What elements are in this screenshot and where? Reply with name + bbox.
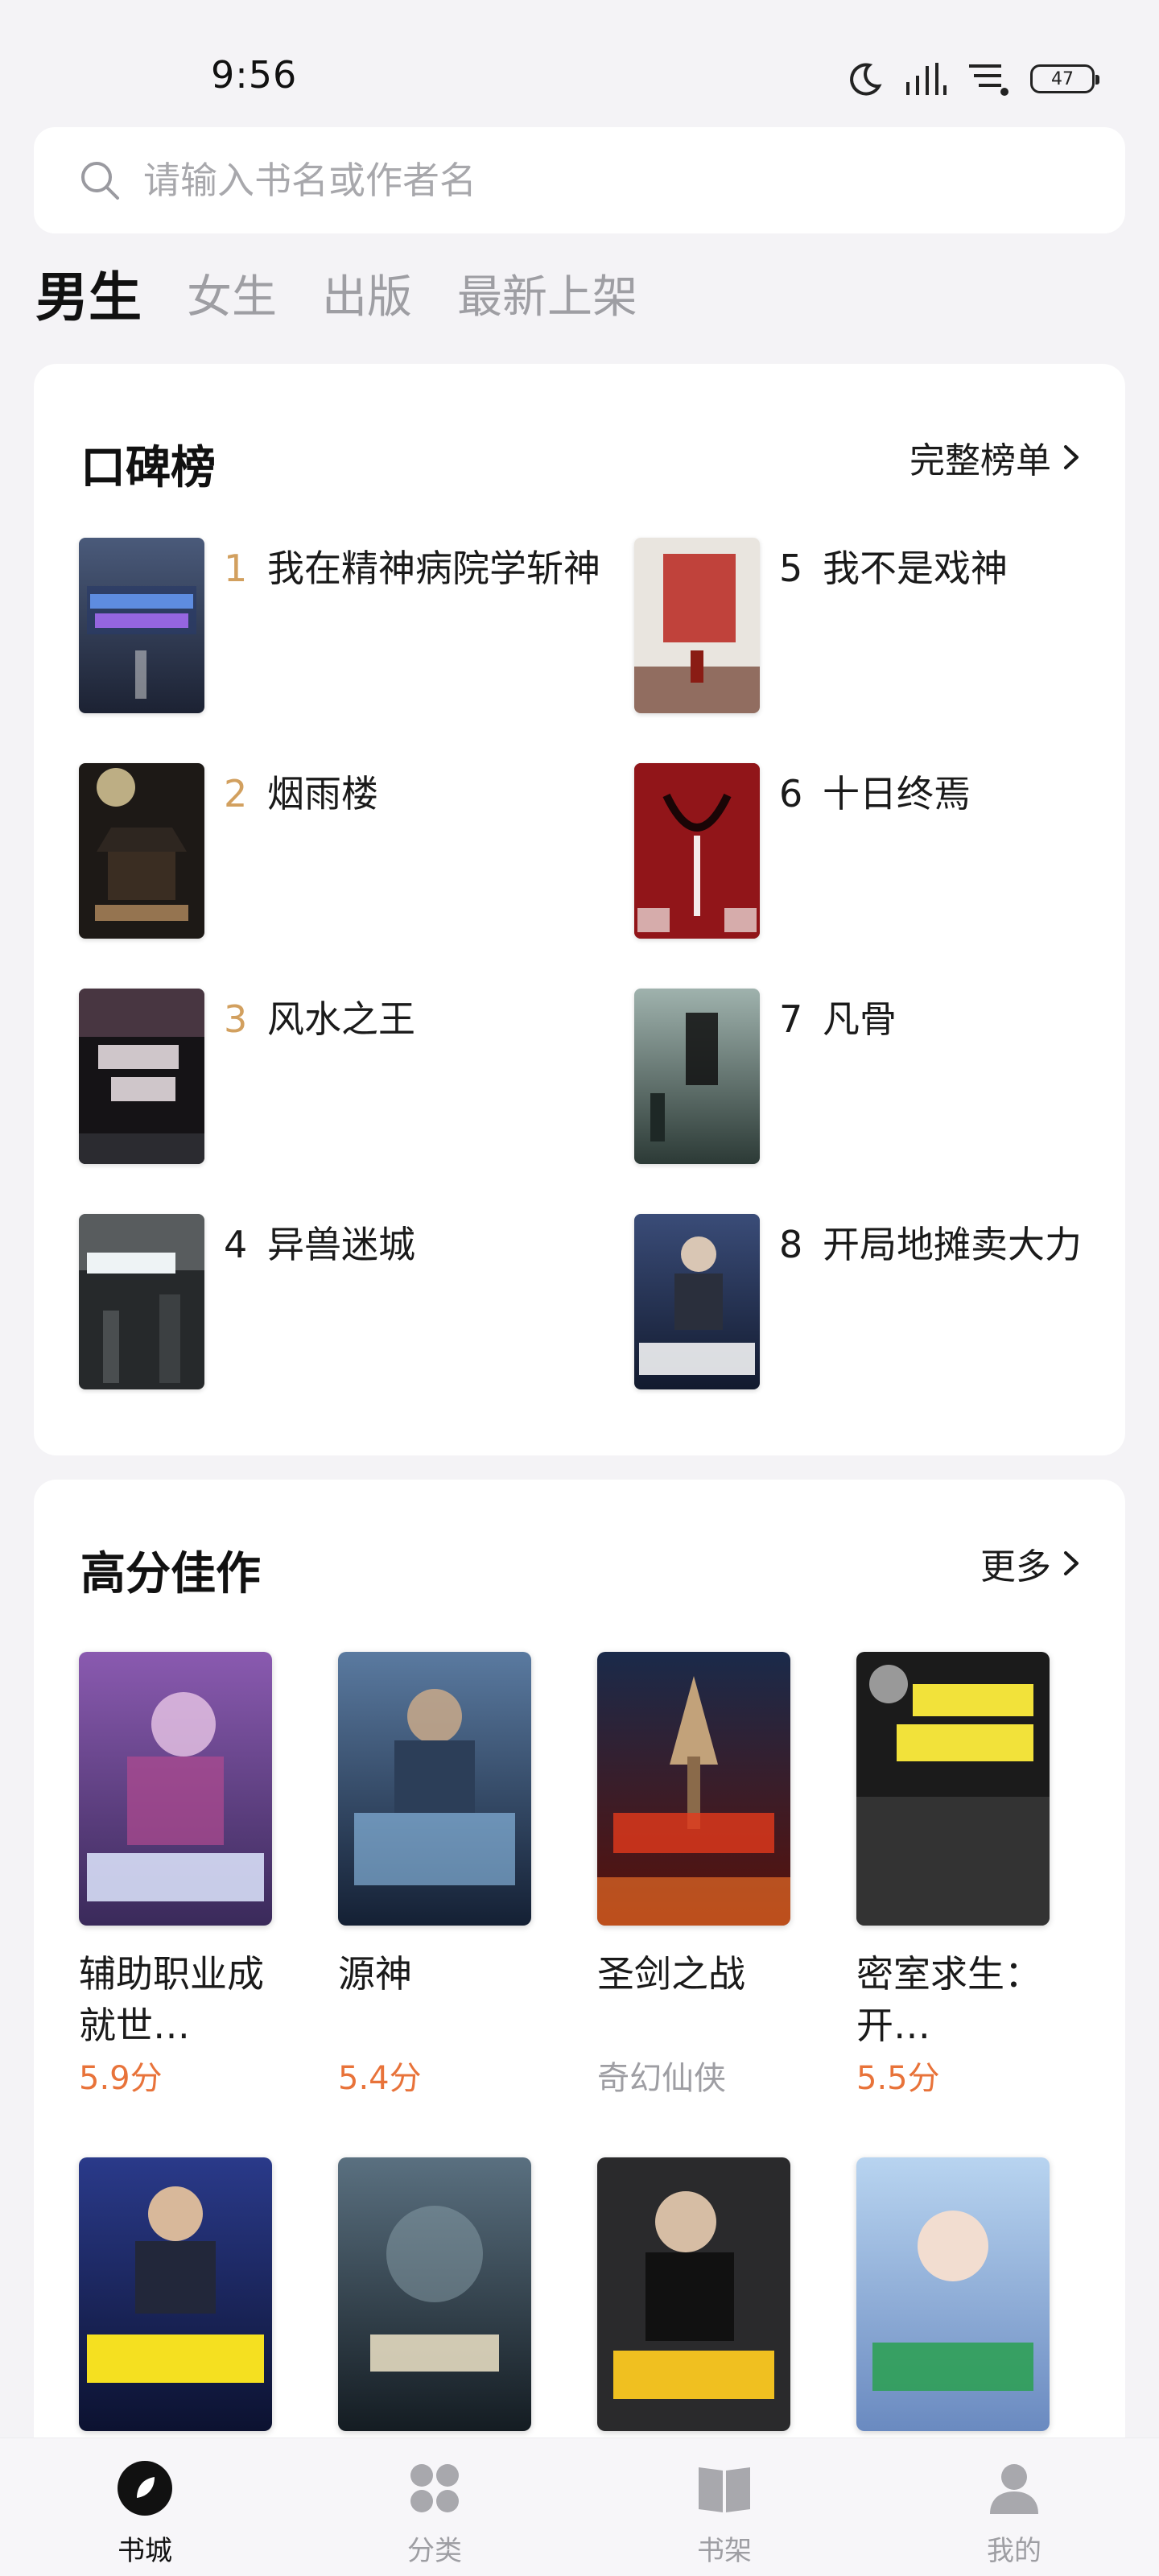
ranking-item[interactable]: 1 我在精神病院学斩神	[79, 538, 610, 715]
book-cover	[79, 763, 204, 939]
tab-published[interactable]: 出版	[322, 266, 412, 330]
book-cover	[338, 2157, 531, 2431]
book-title: 辅助职业成就世…	[79, 1952, 264, 2047]
book-title: 十日终焉	[823, 772, 971, 815]
rank-number: 2	[224, 772, 248, 815]
ranking-item[interactable]: 3 风水之王	[79, 989, 610, 1166]
chevron-right-icon	[1064, 1551, 1079, 1575]
status-time: 9:56	[211, 53, 298, 97]
book-title: 异兽迷城	[267, 1223, 415, 1266]
book-genre: 奇幻仙侠	[597, 2060, 726, 2097]
book-card[interactable]	[79, 2157, 272, 2431]
more-label: 更多	[980, 1546, 1051, 1587]
book-icon	[699, 2467, 750, 2512]
status-bar: 9:56 47	[0, 0, 1159, 121]
signal-icon	[906, 63, 947, 95]
ranking-title: 口碑榜	[80, 442, 216, 494]
category-tabs: 男生 女生 出版 最新上架	[35, 266, 637, 330]
status-icons: 47	[847, 58, 1099, 100]
rank-number: 4	[224, 1223, 248, 1266]
nav-profile[interactable]: 我的	[934, 2438, 1095, 2576]
nav-label: 我的	[987, 2535, 1041, 2567]
nav-bookstore[interactable]: 书城	[64, 2438, 225, 2576]
book-score: 5.5分	[856, 2060, 940, 2097]
nav-label: 书架	[697, 2535, 752, 2567]
book-score: 5.9分	[79, 2060, 163, 2097]
rank-number: 8	[779, 1223, 803, 1266]
book-cover	[79, 1214, 204, 1389]
nav-label: 分类	[407, 2535, 462, 2567]
book-cover	[856, 1652, 1050, 1926]
tab-new-releases[interactable]: 最新上架	[457, 266, 637, 330]
compass-icon	[118, 2461, 172, 2516]
tab-male[interactable]: 男生	[35, 266, 142, 330]
rank-number: 7	[779, 997, 803, 1041]
book-title: 源神	[338, 1952, 412, 1996]
battery-icon: 47	[1030, 64, 1099, 93]
tab-female[interactable]: 女生	[187, 266, 277, 330]
ranking-item[interactable]: 5 我不是戏神	[634, 538, 1159, 715]
bottom-nav: 书城 分类 书架 我的	[0, 2438, 1159, 2576]
user-icon	[990, 2464, 1038, 2514]
ranking-item[interactable]: 7 凡骨	[634, 989, 1159, 1166]
app-root: 9:56 47 请输入书名或作者名 男生 女生 出版 最新上架 口碑榜 完整榜单…	[0, 0, 1159, 2576]
book-cover	[79, 538, 204, 713]
book-cover	[338, 1652, 531, 1926]
book-cover	[634, 763, 760, 939]
battery-level: 47	[1051, 68, 1074, 89]
rank-number: 3	[224, 997, 248, 1041]
nav-label: 书城	[118, 2535, 172, 2567]
book-title: 凡骨	[823, 997, 897, 1041]
book-title: 我在精神病院学斩神	[267, 547, 600, 590]
rank-number: 5	[779, 547, 803, 590]
nav-bookshelf[interactable]: 书架	[644, 2438, 805, 2576]
high-score-title: 高分佳作	[80, 1548, 261, 1600]
moon-icon	[850, 63, 882, 96]
book-title: 圣剑之战	[597, 1952, 745, 1996]
book-title: 我不是戏神	[823, 547, 1008, 590]
full-ranking-label: 完整榜单	[909, 440, 1051, 481]
rank-number: 1	[224, 547, 248, 590]
search-icon	[81, 162, 119, 200]
chevron-right-icon	[1064, 445, 1079, 469]
book-card[interactable]: 辅助职业成就世… 5.9分	[79, 1652, 272, 2101]
search-input[interactable]	[143, 159, 1029, 202]
book-card[interactable]: 源神 5.4分	[338, 1652, 531, 2101]
book-title: 烟雨楼	[267, 772, 378, 815]
reputation-ranking-card: 口碑榜 完整榜单 1 我在精神病院学斩神 2 烟雨楼 3 风水之王 4 异兽迷城…	[34, 364, 1125, 1455]
book-cover	[597, 1652, 790, 1926]
book-cover	[634, 989, 760, 1164]
nav-category[interactable]: 分类	[354, 2438, 515, 2576]
book-cover	[79, 1652, 272, 1926]
book-title: 风水之王	[267, 997, 415, 1041]
category-icon	[410, 2464, 459, 2512]
book-title: 开局地摊卖大力	[823, 1223, 1082, 1266]
book-title: 密室求生：开…	[856, 1952, 1041, 2047]
book-card[interactable]: 圣剑之战 奇幻仙侠	[597, 1652, 790, 2101]
more-link[interactable]: 更多	[980, 1538, 1080, 1589]
book-cover	[79, 989, 204, 1164]
book-cover	[597, 2157, 790, 2431]
book-card[interactable]: 密室求生：开… 5.5分	[856, 1652, 1050, 2101]
ranking-item[interactable]: 4 异兽迷城	[79, 1214, 610, 1391]
book-cover	[856, 2157, 1050, 2431]
rank-number: 6	[779, 772, 803, 815]
book-score: 5.4分	[338, 2060, 422, 2097]
book-card[interactable]	[856, 2157, 1050, 2431]
book-cover	[79, 2157, 272, 2431]
search-bar[interactable]	[34, 127, 1125, 233]
full-ranking-link[interactable]: 完整榜单	[909, 431, 1080, 483]
high-score-card: 高分佳作 更多 辅助职业成就世… 5.9分 源神 5.4分 圣剑之战 奇幻仙侠 …	[34, 1480, 1125, 2576]
ranking-item[interactable]: 8 开局地摊卖大力	[634, 1214, 1159, 1391]
book-cover	[634, 538, 760, 713]
ranking-item[interactable]: 2 烟雨楼	[79, 763, 610, 940]
wifi-icon	[969, 64, 1008, 96]
ranking-item[interactable]: 6 十日终焉	[634, 763, 1159, 940]
book-card[interactable]	[338, 2157, 531, 2431]
book-card[interactable]	[597, 2157, 790, 2431]
book-cover	[634, 1214, 760, 1389]
